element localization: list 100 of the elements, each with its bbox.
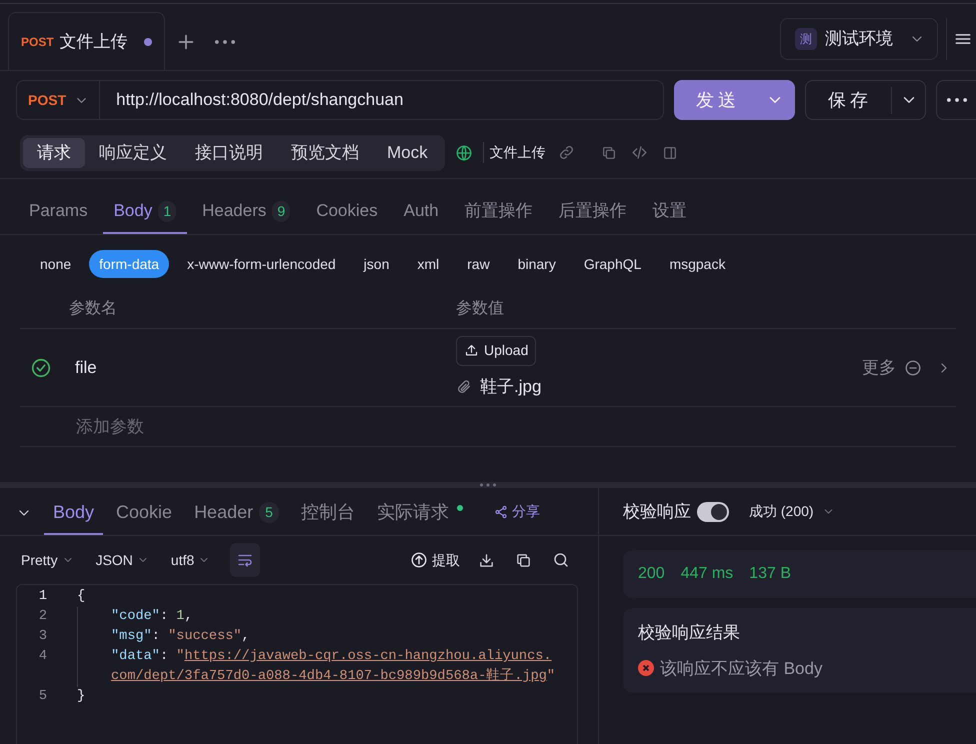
more-icon [214, 40, 235, 44]
line-number: 4 [38, 648, 48, 666]
line-number: 1 [38, 588, 48, 606]
save-label: 保存 [806, 86, 892, 114]
response-tab[interactable]: Cookie [107, 491, 182, 535]
response-time: 447 ms [680, 564, 734, 584]
mode-tab[interactable]: 预览文档 [277, 138, 373, 168]
tab-label: Params [29, 200, 88, 222]
row-checkbox[interactable] [30, 356, 52, 378]
drag-handle-icon [480, 483, 496, 487]
wrap-button[interactable] [230, 543, 260, 577]
api-name: 文件上传 [482, 142, 546, 163]
tab-label: 设置 [652, 200, 687, 222]
column-header: 参数值 [456, 298, 504, 318]
send-label: 发送 [694, 88, 741, 112]
result-message: 该响应不应该有 Body [660, 658, 822, 680]
environment-name: 测试环境 [825, 28, 893, 50]
tab-label: 后置操作 [558, 200, 627, 222]
tab-label: Cookie [116, 500, 172, 524]
mode-tab[interactable]: Mock [373, 138, 442, 168]
param-tab[interactable]: 后置操作 [548, 190, 638, 234]
copy-icon [515, 552, 532, 568]
body-type-option[interactable]: msgpack [659, 250, 736, 278]
mode-tab[interactable]: 响应定义 [85, 138, 181, 168]
param-tab[interactable]: Auth [392, 190, 450, 234]
mode-tab[interactable]: 请求 [23, 138, 85, 168]
body-type-option[interactable]: GraphQL [574, 250, 652, 278]
format-select[interactable]: utf8 [170, 550, 210, 570]
copy-icon [600, 144, 617, 160]
validate-label: 校验响应 [623, 500, 691, 523]
status-code: 200 [638, 564, 665, 584]
method-select[interactable]: POST [17, 81, 100, 119]
count-badge: 5 [259, 502, 279, 522]
download-icon [478, 552, 495, 568]
format-select[interactable]: Pretty [21, 550, 74, 570]
count-badge: 1 [158, 200, 176, 222]
code-line: { [77, 588, 86, 606]
tab-label: 控制台 [300, 500, 355, 524]
remove-button[interactable] [904, 358, 922, 376]
search-button[interactable] [552, 551, 570, 569]
tab-label: Body [114, 200, 152, 222]
tab-title: 文件上传 [60, 30, 128, 53]
share-button[interactable]: 分享 [494, 501, 540, 522]
param-tab[interactable]: 前置操作 [454, 190, 544, 234]
send-button[interactable]: 发送 [674, 80, 796, 120]
upload-circle-icon [410, 551, 428, 569]
upload-button[interactable]: Upload [456, 336, 536, 366]
validate-toggle[interactable] [697, 502, 729, 522]
response-tab[interactable]: Header 5 [185, 491, 288, 535]
check-circle-icon [30, 356, 52, 378]
copy-button[interactable] [515, 552, 532, 568]
save-button[interactable]: 保存 [805, 80, 926, 120]
format-select[interactable]: JSON [96, 550, 149, 570]
file-name: 鞋子.jpg [480, 376, 542, 398]
code-line: "msg": "success", [77, 627, 558, 647]
response-tab[interactable]: 控制台 [292, 491, 364, 535]
environment-select[interactable]: 测 测试环境 [780, 18, 938, 60]
mode-tab[interactable]: 接口说明 [181, 138, 277, 168]
body-type-option[interactable]: binary [508, 250, 566, 278]
code-icon [630, 144, 648, 161]
request-tab[interactable]: POST 文件上传 [8, 12, 165, 70]
line-number: 2 [38, 608, 48, 626]
body-type-option[interactable]: xml [407, 250, 450, 278]
body-type-option[interactable]: none [30, 250, 82, 278]
result-title: 校验响应结果 [638, 622, 741, 644]
tab-label: Headers [202, 200, 266, 222]
line-number: 3 [38, 628, 48, 646]
environment-badge: 测 [795, 28, 817, 50]
link-icon [558, 144, 575, 161]
search-icon [552, 551, 570, 569]
panel-icon [662, 144, 678, 160]
count-badge: 9 [272, 200, 290, 222]
tab-label: Cookies [316, 200, 378, 222]
tab-label: 实际请求 [376, 500, 449, 524]
tab-label: Auth [404, 200, 439, 222]
url-field[interactable]: POST http://localhost:8080/dept/shangchuan [16, 80, 664, 120]
more-button[interactable] [936, 80, 976, 120]
param-tab[interactable]: Cookies [305, 190, 389, 234]
body-type-option[interactable]: raw [457, 250, 500, 278]
param-tab[interactable]: Headers 9 [191, 190, 302, 234]
param-name: file [74, 356, 98, 379]
expected-status-select[interactable]: 成功 (200) [749, 501, 835, 522]
param-tab[interactable]: 设置 [642, 190, 698, 234]
method-label: POST [28, 90, 66, 110]
line-number: 5 [38, 688, 48, 706]
body-type-option[interactable]: json [354, 250, 400, 278]
method-label: POST [21, 34, 54, 50]
body-type-option[interactable]: x-www-form-urlencoded [177, 250, 346, 278]
more-link[interactable]: 更多 [862, 354, 896, 380]
param-tab[interactable]: Body 1 [102, 190, 188, 234]
tab-label: Header [194, 500, 254, 524]
response-tab[interactable]: 实际请求 [368, 491, 472, 535]
response-size: 137 B [749, 564, 791, 584]
response-tab[interactable]: Body [44, 491, 104, 535]
param-tab[interactable]: Params [18, 190, 99, 234]
extract-button[interactable]: 提取 [410, 550, 460, 570]
download-button[interactable] [478, 552, 495, 568]
code-line: "code": 1, [77, 607, 558, 627]
more-icon [946, 98, 967, 102]
share-icon [494, 504, 508, 518]
